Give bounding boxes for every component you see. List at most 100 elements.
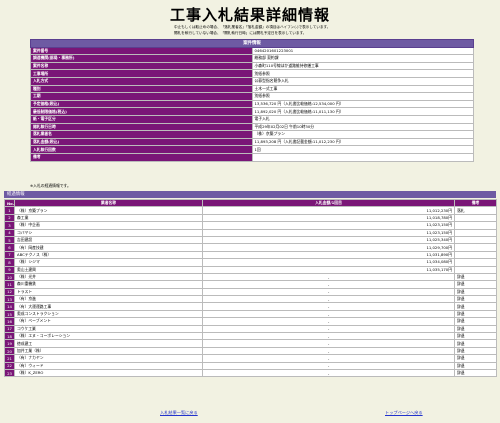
info-value: 平成29年02月02日 午前10時30分 <box>251 122 474 132</box>
bid-name: コウケ工業 <box>14 324 203 334</box>
bid-name: ABCテクノス（株） <box>14 250 203 260</box>
info-value: 1回 <box>251 145 474 154</box>
info-label: 入札執行回数 <box>30 145 253 154</box>
table-row: 5 吉田建設 11,025,340円 <box>4 235 497 245</box>
info-label: 工期 <box>30 92 253 101</box>
bid-no: 23 <box>4 368 15 378</box>
info-value: 小森町110号線ほか道路維持修繕工事 <box>251 61 474 71</box>
bid-no: 11 <box>4 280 15 289</box>
bid-amount: - <box>202 302 455 311</box>
info-label: 種別 <box>30 84 253 94</box>
bid-name: （株）光井 <box>14 272 203 282</box>
back-to-list-link[interactable]: 入札結果一覧に戻る <box>160 410 198 416</box>
bid-remark <box>454 265 497 274</box>
bid-amount: 11,018,780円 <box>202 213 455 223</box>
info-label: 最低制限価格(税込) <box>30 107 253 116</box>
bid-name: （株）京築プラン <box>14 206 203 215</box>
bid-remark: 辞退 <box>454 295 497 304</box>
bid-no: 5 <box>4 235 15 245</box>
bid-no: 6 <box>4 243 15 252</box>
table-row: 8 （株）シジマ 11,034,080円 <box>4 258 497 267</box>
info-value: 別紙参照 <box>251 69 474 78</box>
bid-remark: 辞退 <box>454 317 497 326</box>
bid-name: （有）ベーブメント <box>14 317 203 326</box>
table-row: 14 （有）大運運路工事 - 辞退 <box>4 302 497 311</box>
bid-name: 徳成建工 <box>14 339 203 348</box>
bid-remark: 辞退 <box>454 280 497 289</box>
bid-name: 吉田建設 <box>14 235 203 245</box>
bid-no: 4 <box>4 228 15 237</box>
info-row: 工期 別紙参照 <box>30 92 474 101</box>
info-row: 調達機関(部局・事務所) 総務部 契約課 <box>30 54 474 63</box>
bid-remark <box>454 258 497 267</box>
info-row: 工事場所 別紙参照 <box>30 69 474 78</box>
info-value: 11,892,020 円（入札書比較価格:11,011,130 円） <box>251 107 474 116</box>
table-row: 20 加井工業（株） - 辞退 <box>4 346 497 356</box>
bid-amount: - <box>202 287 455 297</box>
bid-remark: 辞退 <box>454 339 497 348</box>
bid-amount: - <box>202 324 455 334</box>
bid-amount: 11,023,150円 <box>202 221 455 230</box>
bid-name: 森川重機鉄 <box>14 280 203 289</box>
bid-remark <box>454 221 497 230</box>
table-row: 6 （有）岡産技建 11,029,700円 <box>4 243 497 252</box>
bid-no: 10 <box>4 272 15 282</box>
table-row: 17 コウケ工業 - 辞退 <box>4 324 497 334</box>
bid-no: 22 <box>4 361 15 371</box>
bid-no: 17 <box>4 324 15 334</box>
table-row: 1 （株）京築プラン 11,012,230円 落札 <box>4 206 497 215</box>
bid-no: 2 <box>4 213 15 223</box>
bid-remark: 辞退 <box>454 309 497 319</box>
project-info-table: 案件情報 案件番号 0464201601223001 調達機関(部局・事務所) 総務部… <box>30 39 474 162</box>
bid-remark <box>454 250 497 260</box>
info-label: 入札方式 <box>30 76 253 86</box>
table-row: 19 徳成建工 - 辞退 <box>4 339 497 348</box>
bid-amount: 11,035,170円 <box>202 265 455 274</box>
bid-name: （有）大運運路工事 <box>14 302 203 311</box>
table-row: 18 （株）エヌ・コーポレーション - 辞退 <box>4 332 497 341</box>
bid-name: 加井工業（株） <box>14 346 203 356</box>
info-value: 11,893,208 円（入札書記載金額:11,012,230 円） <box>251 137 474 147</box>
info-row: 案件名称 小森町110号線ほか道路維持修繕工事 <box>30 61 474 71</box>
column-header-remark: 備考 <box>454 198 497 208</box>
info-value: 別紙参照 <box>251 92 474 101</box>
table-row: 12 トラスト - 辞退 <box>4 287 497 297</box>
table-row: 11 森川重機鉄 - 辞退 <box>4 280 497 289</box>
table-row: 3 （株）中企画 11,023,150円 <box>4 221 497 230</box>
bid-amount: 11,034,080円 <box>202 258 455 267</box>
bid-name: （株）K_ZERO <box>14 368 203 378</box>
back-to-top-link[interactable]: トップページへ戻る <box>385 410 423 416</box>
info-row: 入札方式 公募型指名競争入札 <box>30 76 474 86</box>
bid-amount: - <box>202 309 455 319</box>
bid-amount: 11,023,150円 <box>202 228 455 237</box>
bid-name: （株）エヌ・コーポレーション <box>14 332 203 341</box>
bid-remark <box>454 243 497 252</box>
info-row: 入札執行回数 1回 <box>30 145 474 154</box>
bid-amount: - <box>202 346 455 356</box>
bid-remark: 辞退 <box>454 354 497 363</box>
bid-remark: 辞退 <box>454 272 497 282</box>
info-label: 開札執行日時 <box>30 122 253 132</box>
bid-remark <box>454 235 497 245</box>
bid-name: （株）中企画 <box>14 221 203 230</box>
info-value: 土木一式工事 <box>251 84 474 94</box>
bid-name: トラスト <box>14 287 203 297</box>
column-header-amount: 入札金額/1回目 <box>202 198 455 208</box>
info-row: 備考 <box>30 152 474 162</box>
table-row: 10 （株）光井 - 辞退 <box>4 272 497 282</box>
bid-no: 13 <box>4 295 15 304</box>
info-row: 種別 土木一式工事 <box>30 84 474 94</box>
page-title: 工事入札結果詳細情報 <box>169 6 330 24</box>
bid-amount: 11,012,230円 <box>202 206 455 215</box>
bid-amount: 11,029,700円 <box>202 243 455 252</box>
bid-amount: - <box>202 317 455 326</box>
bid-no: 12 <box>4 287 15 297</box>
info-row: 最低制限価格(税込) 11,892,020 円（入札書比較価格:11,011,13… <box>30 107 474 116</box>
info-value: 総務部 契約課 <box>251 54 474 63</box>
bid-no: 8 <box>4 258 15 267</box>
table-row: 2 森工業 11,018,780円 <box>4 213 497 223</box>
bid-no: 7 <box>4 250 15 260</box>
table-row: 15 奥成コンストラクション - 辞退 <box>4 309 497 319</box>
table-row: 9 奥山土建興 11,035,170円 <box>4 265 497 274</box>
bid-name: （有）京進 <box>14 295 203 304</box>
